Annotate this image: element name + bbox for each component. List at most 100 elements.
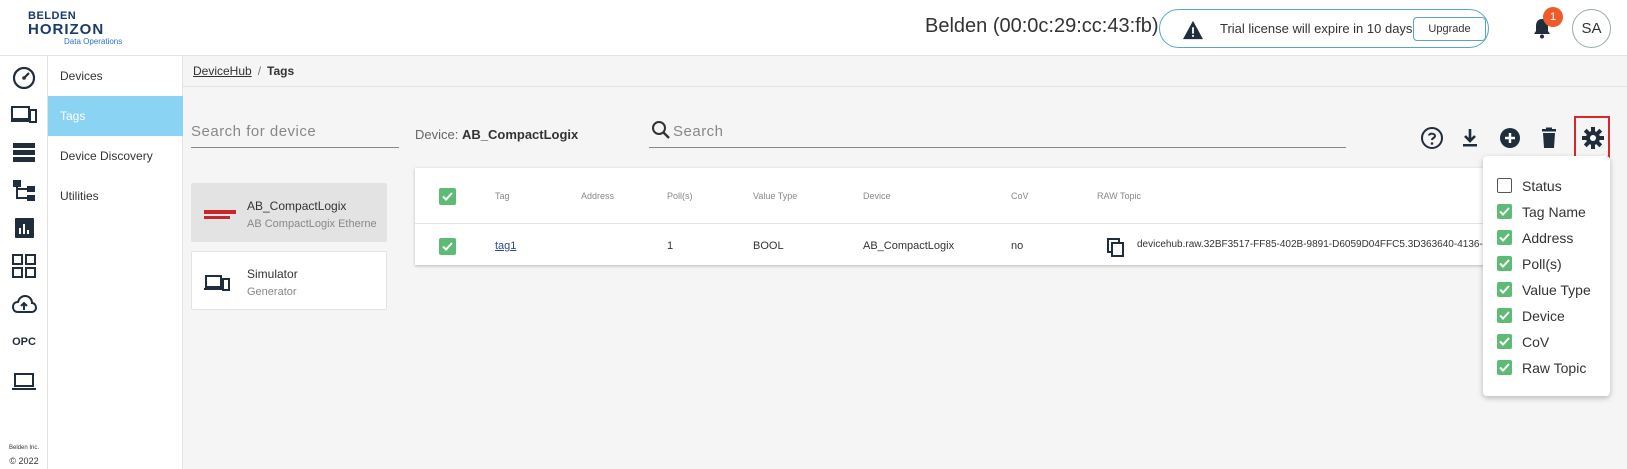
rockwell-logo-icon [204,210,236,220]
breadcrumb-separator: / [257,64,262,78]
option-label: Raw Topic [1522,360,1587,376]
option-label: Address [1522,230,1574,246]
checkbox-checked[interactable] [1497,360,1512,375]
check-icon [442,192,453,201]
delete-icon[interactable] [1537,126,1561,150]
cell-device: AB_CompactLogix [863,240,955,252]
col-header-raw-topic[interactable]: RAW Topic [1097,191,1141,201]
sidebar-item-utilities[interactable]: Utilities [48,176,183,216]
column-option-status[interactable]: Status [1497,176,1607,196]
check-icon [1499,259,1510,268]
check-icon [1499,311,1510,320]
option-label: Poll(s) [1522,256,1562,272]
help-icon[interactable] [1420,126,1444,150]
belden-horizon-logo[interactable]: BELDEN HORIZON Data Operations [28,10,124,50]
checkbox-checked[interactable] [1497,204,1512,219]
col-header-poll[interactable]: Poll(s) [667,191,693,201]
copy-icon[interactable] [1107,238,1125,258]
add-icon[interactable] [1498,126,1522,150]
logo-line3: Data Operations [64,37,123,46]
search-placeholder: Search [673,123,724,140]
breadcrumb: DeviceHub / Tags [193,64,294,78]
top-bar: BELDEN HORIZON Data Operations Belden (0… [0,0,1627,56]
checkbox-checked[interactable] [1497,282,1512,297]
hierarchy-tree-icon[interactable] [11,178,37,202]
checkbox-unchecked[interactable] [1497,178,1512,193]
cell-value-type: BOOL [753,240,784,252]
device-search-input[interactable]: Search for device [191,114,399,148]
license-text: Trial license will expire in 10 days [1220,21,1413,36]
check-icon [1499,337,1510,346]
column-option-address[interactable]: Address [1497,228,1607,248]
logo-line2: HORIZON [28,21,105,38]
check-icon [442,242,453,251]
breadcrumb-devicehub-link[interactable]: DeviceHub [193,64,252,78]
search-icon [652,121,670,139]
column-settings-button[interactable] [1574,116,1610,158]
gear-icon [1582,127,1604,149]
column-option-poll[interactable]: Poll(s) [1497,254,1607,274]
upgrade-button[interactable]: Upgrade [1413,17,1486,41]
check-icon [1499,363,1510,372]
select-all-checkbox[interactable] [439,188,456,205]
cell-poll: 1 [667,240,674,252]
check-icon [1499,285,1510,294]
apps-grid-icon[interactable] [11,254,37,278]
column-option-tag-name[interactable]: Tag Name [1497,202,1607,222]
row-checkbox[interactable] [439,238,456,255]
breadcrumb-current: Tags [267,64,295,78]
tags-table: Tag Address Poll(s) Value Type Device Co… [415,168,1495,265]
opc-icon[interactable]: OPC [0,336,48,348]
copyright-year: © 2022 [9,456,39,466]
tag-search-input[interactable]: Search [649,114,1346,148]
device-subtitle: AB CompactLogix Etherne [247,218,377,230]
warning-icon [1183,20,1203,40]
col-header-value-type[interactable]: Value Type [753,191,797,201]
col-header-device[interactable]: Device [863,191,891,201]
option-label: CoV [1522,334,1550,350]
selected-device-name: AB_CompactLogix [461,127,579,142]
analytics-chart-icon[interactable] [11,216,37,240]
device-name: Simulator [247,267,298,281]
license-banner: Trial license will expire in 10 days Upg… [1159,9,1489,48]
devices-tags-icon[interactable] [11,102,37,126]
column-option-value-type[interactable]: Value Type [1497,280,1607,300]
icon-rail: OPC Belden Inc. © 2022 [0,56,48,469]
download-icon[interactable] [1458,126,1482,150]
sidebar-nav: Devices Tags Device Discovery Utilities [48,56,183,469]
checkbox-checked[interactable] [1497,334,1512,349]
sidebar-item-tags[interactable]: Tags [48,96,183,136]
column-visibility-menu: Status Tag Name Address Poll(s) Value Ty… [1483,156,1610,396]
laptop-icon[interactable] [11,370,37,394]
device-subtitle: Generator [247,286,297,298]
col-header-address[interactable]: Address [581,191,614,201]
checkbox-checked[interactable] [1497,256,1512,271]
column-option-cov[interactable]: CoV [1497,332,1607,352]
sidebar-item-devices[interactable]: Devices [48,56,183,96]
storage-list-icon[interactable] [11,140,37,164]
option-label: Value Type [1522,282,1591,298]
dashboard-gauge-icon[interactable] [11,65,37,89]
device-title: Belden (00:0c:29:cc:43:fb) [925,15,1159,37]
copyright-company: Belden Inc. [8,445,40,451]
option-label: Status [1522,178,1562,194]
column-option-raw-topic[interactable]: Raw Topic [1497,358,1607,378]
table-header [415,168,1495,224]
option-label: Tag Name [1522,204,1586,220]
check-icon [1499,207,1510,216]
cloud-upload-icon[interactable] [11,293,37,317]
tag-name-link[interactable]: tag1 [495,240,516,252]
devices-icon [204,275,230,291]
device-card-simulator[interactable]: Simulator Generator [191,251,387,310]
column-option-device[interactable]: Device [1497,306,1607,326]
sidebar-item-device-discovery[interactable]: Device Discovery [48,136,183,176]
col-header-cov[interactable]: CoV [1011,191,1029,201]
device-name: AB_CompactLogix [247,199,347,213]
option-label: Device [1522,308,1565,324]
col-header-tag[interactable]: Tag [495,191,510,201]
user-avatar[interactable]: SA [1572,9,1611,48]
cell-raw-topic: devicehub.raw.32BF3517-FF85-402B-9891-D6… [1137,239,1489,250]
checkbox-checked[interactable] [1497,230,1512,245]
checkbox-checked[interactable] [1497,308,1512,323]
device-card-ab-compactlogix[interactable]: AB_CompactLogix AB CompactLogix Etherne [191,183,387,242]
